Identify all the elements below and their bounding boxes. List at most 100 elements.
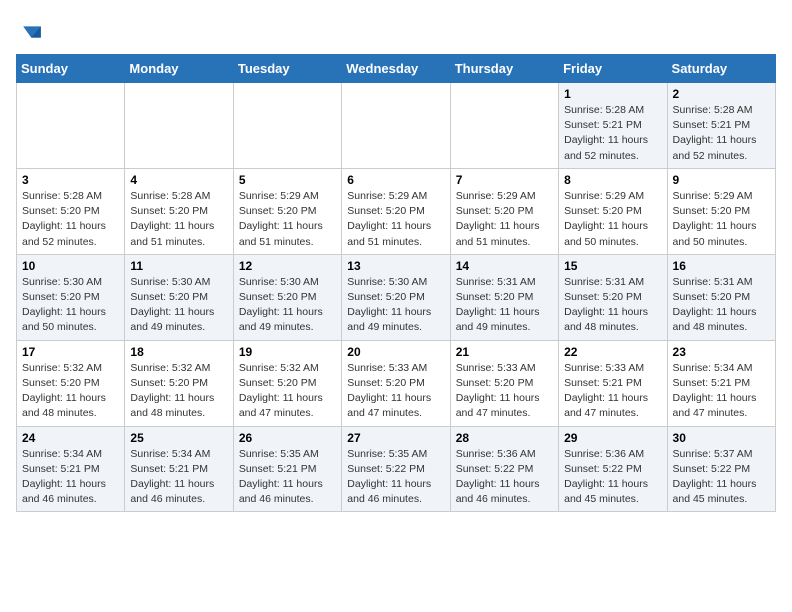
day-number: 26 [239, 431, 336, 445]
calendar-cell: 14 Sunrise: 5:31 AMSunset: 5:20 PMDayligh… [450, 254, 558, 340]
calendar-header-saturday: Saturday [667, 55, 775, 83]
calendar-cell: 11 Sunrise: 5:30 AMSunset: 5:20 PMDayligh… [125, 254, 233, 340]
day-info: Sunrise: 5:32 AMSunset: 5:20 PMDaylight:… [130, 362, 214, 420]
calendar-cell: 7 Sunrise: 5:29 AMSunset: 5:20 PMDaylight… [450, 168, 558, 254]
day-number: 17 [22, 345, 119, 359]
day-info: Sunrise: 5:30 AMSunset: 5:20 PMDaylight:… [22, 276, 106, 334]
day-number: 4 [130, 173, 227, 187]
day-info: Sunrise: 5:28 AMSunset: 5:21 PMDaylight:… [564, 104, 648, 162]
calendar-week-row: 3Sunrise: 5:28 AMSunset: 5:20 PMDaylight… [17, 168, 776, 254]
calendar-cell: 19Sunrise: 5:32 AMSunset: 5:20 PMDayligh… [233, 340, 341, 426]
calendar-cell [125, 83, 233, 169]
day-info: Sunrise: 5:35 AMSunset: 5:21 PMDaylight:… [239, 448, 323, 506]
day-number: 10 [22, 259, 119, 273]
logo [16, 16, 44, 44]
calendar-cell: 1 Sunrise: 5:28 AMSunset: 5:21 PMDaylight… [559, 83, 667, 169]
day-info: Sunrise: 5:29 AMSunset: 5:20 PMDaylight:… [564, 190, 648, 248]
day-info: Sunrise: 5:31 AMSunset: 5:20 PMDaylight:… [673, 276, 757, 334]
calendar-header-wednesday: Wednesday [342, 55, 450, 83]
calendar-cell: 15Sunrise: 5:31 AMSunset: 5:20 PMDayligh… [559, 254, 667, 340]
day-number: 19 [239, 345, 336, 359]
calendar-cell: 26 Sunrise: 5:35 AMSunset: 5:21 PMDayligh… [233, 426, 341, 512]
calendar-header-tuesday: Tuesday [233, 55, 341, 83]
calendar-cell: 9Sunrise: 5:29 AMSunset: 5:20 PMDaylight… [667, 168, 775, 254]
day-info: Sunrise: 5:29 AMSunset: 5:20 PMDaylight:… [347, 190, 431, 248]
calendar-cell: 21 Sunrise: 5:33 AMSunset: 5:20 PMDayligh… [450, 340, 558, 426]
day-info: Sunrise: 5:36 AMSunset: 5:22 PMDaylight:… [456, 448, 540, 506]
calendar-header-monday: Monday [125, 55, 233, 83]
day-info: Sunrise: 5:34 AMSunset: 5:21 PMDaylight:… [22, 448, 106, 506]
calendar-cell: 3Sunrise: 5:28 AMSunset: 5:20 PMDaylight… [17, 168, 125, 254]
calendar-week-row: 17 Sunrise: 5:32 AMSunset: 5:20 PMDayligh… [17, 340, 776, 426]
calendar-cell: 30Sunrise: 5:37 AMSunset: 5:22 PMDayligh… [667, 426, 775, 512]
day-info: Sunrise: 5:29 AMSunset: 5:20 PMDaylight:… [239, 190, 323, 248]
day-info: Sunrise: 5:32 AMSunset: 5:20 PMDaylight:… [22, 362, 106, 420]
calendar-cell: 2 Sunrise: 5:28 AMSunset: 5:21 PMDaylight… [667, 83, 775, 169]
day-number: 12 [239, 259, 336, 273]
day-info: Sunrise: 5:34 AMSunset: 5:21 PMDaylight:… [130, 448, 214, 506]
day-number: 18 [130, 345, 227, 359]
calendar-cell [450, 83, 558, 169]
calendar-cell: 23 Sunrise: 5:34 AMSunset: 5:21 PMDayligh… [667, 340, 775, 426]
calendar-cell: 17 Sunrise: 5:32 AMSunset: 5:20 PMDayligh… [17, 340, 125, 426]
calendar-cell: 27 Sunrise: 5:35 AMSunset: 5:22 PMDayligh… [342, 426, 450, 512]
day-info: Sunrise: 5:35 AMSunset: 5:22 PMDaylight:… [347, 448, 431, 506]
day-number: 28 [456, 431, 553, 445]
day-info: Sunrise: 5:29 AMSunset: 5:20 PMDaylight:… [673, 190, 757, 248]
day-info: Sunrise: 5:34 AMSunset: 5:21 PMDaylight:… [673, 362, 757, 420]
day-number: 1 [564, 87, 661, 101]
day-number: 22 [564, 345, 661, 359]
day-number: 20 [347, 345, 444, 359]
calendar-cell: 5 Sunrise: 5:29 AMSunset: 5:20 PMDaylight… [233, 168, 341, 254]
day-number: 6 [347, 173, 444, 187]
calendar-cell: 29 Sunrise: 5:36 AMSunset: 5:22 PMDayligh… [559, 426, 667, 512]
calendar-cell [342, 83, 450, 169]
logo-icon [20, 20, 44, 44]
day-info: Sunrise: 5:30 AMSunset: 5:20 PMDaylight:… [130, 276, 214, 334]
day-number: 29 [564, 431, 661, 445]
calendar-cell: 16 Sunrise: 5:31 AMSunset: 5:20 PMDayligh… [667, 254, 775, 340]
day-number: 25 [130, 431, 227, 445]
day-number: 14 [456, 259, 553, 273]
day-number: 16 [673, 259, 770, 273]
day-info: Sunrise: 5:28 AMSunset: 5:20 PMDaylight:… [130, 190, 214, 248]
day-number: 7 [456, 173, 553, 187]
day-number: 27 [347, 431, 444, 445]
calendar-cell: 25 Sunrise: 5:34 AMSunset: 5:21 PMDayligh… [125, 426, 233, 512]
calendar-cell: 22 Sunrise: 5:33 AMSunset: 5:21 PMDayligh… [559, 340, 667, 426]
day-number: 30 [673, 431, 770, 445]
day-info: Sunrise: 5:29 AMSunset: 5:20 PMDaylight:… [456, 190, 540, 248]
calendar-header-sunday: Sunday [17, 55, 125, 83]
calendar-cell: 18 Sunrise: 5:32 AMSunset: 5:20 PMDayligh… [125, 340, 233, 426]
calendar-cell: 8 Sunrise: 5:29 AMSunset: 5:20 PMDaylight… [559, 168, 667, 254]
calendar-cell [17, 83, 125, 169]
calendar-cell: 24 Sunrise: 5:34 AMSunset: 5:21 PMDayligh… [17, 426, 125, 512]
day-number: 24 [22, 431, 119, 445]
day-info: Sunrise: 5:33 AMSunset: 5:21 PMDaylight:… [564, 362, 648, 420]
day-number: 5 [239, 173, 336, 187]
day-info: Sunrise: 5:28 AMSunset: 5:21 PMDaylight:… [673, 104, 757, 162]
page-header [16, 16, 776, 44]
calendar-cell: 20Sunrise: 5:33 AMSunset: 5:20 PMDayligh… [342, 340, 450, 426]
day-number: 2 [673, 87, 770, 101]
day-info: Sunrise: 5:31 AMSunset: 5:20 PMDaylight:… [456, 276, 540, 334]
calendar-cell [233, 83, 341, 169]
calendar-week-row: 1 Sunrise: 5:28 AMSunset: 5:21 PMDaylight… [17, 83, 776, 169]
calendar-header-thursday: Thursday [450, 55, 558, 83]
day-number: 11 [130, 259, 227, 273]
day-info: Sunrise: 5:31 AMSunset: 5:20 PMDaylight:… [564, 276, 648, 334]
day-number: 21 [456, 345, 553, 359]
day-number: 8 [564, 173, 661, 187]
day-info: Sunrise: 5:30 AMSunset: 5:20 PMDaylight:… [347, 276, 431, 334]
day-info: Sunrise: 5:28 AMSunset: 5:20 PMDaylight:… [22, 190, 106, 248]
day-number: 23 [673, 345, 770, 359]
calendar-week-row: 24 Sunrise: 5:34 AMSunset: 5:21 PMDayligh… [17, 426, 776, 512]
calendar-cell: 28 Sunrise: 5:36 AMSunset: 5:22 PMDayligh… [450, 426, 558, 512]
day-info: Sunrise: 5:36 AMSunset: 5:22 PMDaylight:… [564, 448, 648, 506]
calendar-table: SundayMondayTuesdayWednesdayThursdayFrid… [16, 54, 776, 512]
day-info: Sunrise: 5:30 AMSunset: 5:20 PMDaylight:… [239, 276, 323, 334]
day-info: Sunrise: 5:33 AMSunset: 5:20 PMDaylight:… [456, 362, 540, 420]
calendar-header-friday: Friday [559, 55, 667, 83]
calendar-header-row: SundayMondayTuesdayWednesdayThursdayFrid… [17, 55, 776, 83]
calendar-cell: 4 Sunrise: 5:28 AMSunset: 5:20 PMDaylight… [125, 168, 233, 254]
